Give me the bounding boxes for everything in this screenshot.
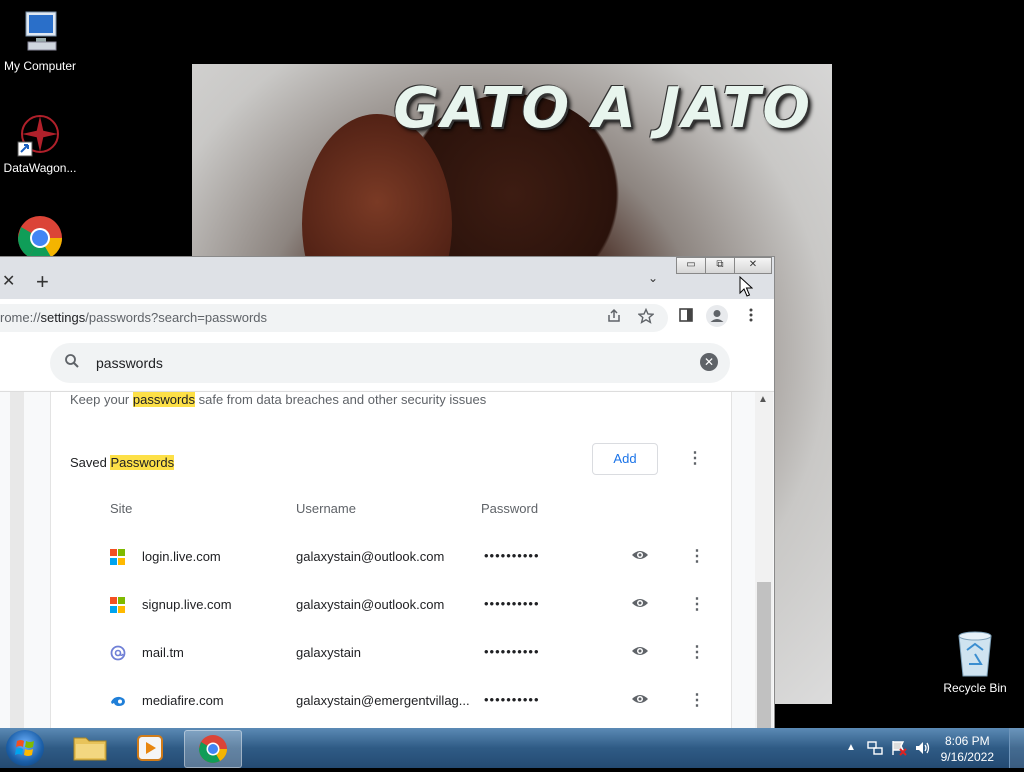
url-path: settings [40,310,86,325]
site-name: mediafire.com [142,693,224,708]
clock-date: 9/16/2022 [940,750,994,764]
saved-passwords-heading: Saved Passwords [70,455,175,470]
wallpaper-title: GATO A JATO [393,76,812,141]
window-controls: ▭ ⧉ ✕ [676,257,772,274]
username-value: galaxystain@emergentvillag... [296,693,470,708]
volume-icon[interactable] [914,739,932,757]
tab-strip: ✕ + ⌄ ▭ ⧉ ✕ [0,257,774,299]
passwords-description: Keep your passwords safe from data breac… [70,392,486,407]
search-highlight: passwords [132,392,196,407]
password-row[interactable]: login.live.com galaxystain@outlook.com •… [51,546,731,597]
password-value: •••••••••• [484,692,540,707]
new-tab-button[interactable]: + [36,269,49,295]
row-more-icon[interactable]: ⋮ [689,594,705,614]
desktop-icon-label: DataWagon... [3,161,77,175]
row-more-icon[interactable]: ⋮ [689,690,705,710]
windows-logo-icon [15,740,34,756]
tab-search-icon[interactable]: ⌄ [648,271,658,285]
chrome-icon [199,735,227,763]
mailtm-icon [110,645,126,661]
datawagon-icon [17,115,59,157]
heading-text: Saved [70,455,111,470]
recycle-bin-icon [958,631,992,677]
password-value: •••••••••• [484,596,540,611]
password-value: •••••••••• [484,644,540,659]
settings-search-input[interactable]: passwords [96,355,163,371]
clear-search-icon[interactable]: ✕ [700,353,718,371]
desktop-icon-recycle-bin[interactable]: Recycle Bin [935,630,1015,695]
left-panel-edge [10,392,24,729]
desktop-icon-my-computer[interactable]: My Computer [0,8,80,73]
chrome-window: ✕ + ⌄ ▭ ⧉ ✕ rome://settings/passwords?se… [0,256,775,730]
desktop-icon-datawagon[interactable]: DataWagon... [0,110,80,175]
bookmark-star-icon[interactable] [638,308,654,324]
username-value: galaxystain@outlook.com [296,597,445,612]
passwords-card: Keep your passwords safe from data breac… [50,392,732,729]
password-value: •••••••••• [484,548,540,563]
column-header-site: Site [110,501,133,516]
column-header-password: Password [481,501,539,516]
row-more-icon[interactable]: ⋮ [689,642,705,662]
microsoft-icon [110,597,126,613]
clock-time: 8:06 PM [944,734,990,748]
settings-content: Keep your passwords safe from data breac… [0,392,774,729]
site-name: mail.tm [142,645,184,660]
folder-icon [73,737,107,761]
share-icon[interactable] [606,308,622,324]
username-value: galaxystain [296,645,362,660]
close-window-button[interactable]: ✕ [734,257,772,274]
taskbar-chrome-button[interactable] [184,730,242,768]
scroll-up-icon[interactable]: ▲ [758,394,768,405]
scrollbar[interactable]: ▲ [755,392,773,729]
taskbar-media-player-button[interactable] [122,730,178,766]
scroll-thumb[interactable] [757,582,771,729]
password-row[interactable]: mediafire.com galaxystain@emergentvillag… [51,690,731,729]
description-text: Keep your [70,392,133,407]
settings-search-field[interactable]: passwords ✕ [50,343,730,383]
network-icon[interactable] [866,739,884,757]
microsoft-icon [110,549,126,565]
taskbar-explorer-button[interactable] [62,730,118,766]
saved-passwords-more-icon[interactable]: ⋮ [687,448,703,468]
taskbar: ▲ 8:06 PM 9/16/2022 [0,728,1024,768]
computer-icon [25,11,57,51]
url-rest: /passwords?search=passwords [85,310,268,325]
url-prefix: rome:// [0,310,41,325]
chrome-icon [18,216,62,260]
show-password-eye-icon[interactable] [631,642,649,660]
description-text: safe from data breaches and other securi… [195,392,487,407]
site-name: login.live.com [142,549,221,564]
show-password-eye-icon[interactable] [631,546,649,564]
search-highlight: Passwords [110,455,175,470]
browser-toolbar: rome://settings/passwords?search=passwor… [0,299,774,335]
mediafire-icon [111,696,125,706]
maximize-button[interactable]: ⧉ [705,257,735,274]
start-button[interactable] [6,730,44,766]
minimize-button[interactable]: ▭ [676,257,706,274]
show-desktop-button[interactable] [1009,728,1024,768]
add-password-button[interactable]: Add [592,443,658,475]
site-name: signup.live.com [142,597,232,612]
action-center-flag-icon[interactable] [890,739,908,757]
url-text[interactable]: rome://settings/passwords?search=passwor… [0,310,267,325]
show-password-eye-icon[interactable] [631,690,649,708]
tab-close-icon[interactable]: ✕ [2,271,15,291]
profile-avatar-icon[interactable] [706,305,728,327]
side-panel-icon[interactable] [678,307,694,323]
mouse-cursor-icon [739,276,753,297]
media-player-icon [137,735,163,761]
password-row[interactable]: signup.live.com galaxystain@outlook.com … [51,594,731,645]
tray-expand-icon[interactable]: ▲ [846,742,856,753]
address-bar[interactable]: rome://settings/passwords?search=passwor… [0,304,668,332]
column-header-username: Username [296,501,356,516]
username-value: galaxystain@outlook.com [296,549,445,564]
browser-menu-icon[interactable] [743,307,759,323]
desktop-icon-label: Recycle Bin [943,681,1007,695]
taskbar-clock[interactable]: 8:06 PM 9/16/2022 [941,733,994,765]
password-row[interactable]: mail.tm galaxystain •••••••••• ⋮ [51,642,731,693]
desktop-icon-label: My Computer [3,59,77,73]
show-password-eye-icon[interactable] [631,594,649,612]
search-icon [65,354,79,368]
row-more-icon[interactable]: ⋮ [689,546,705,566]
